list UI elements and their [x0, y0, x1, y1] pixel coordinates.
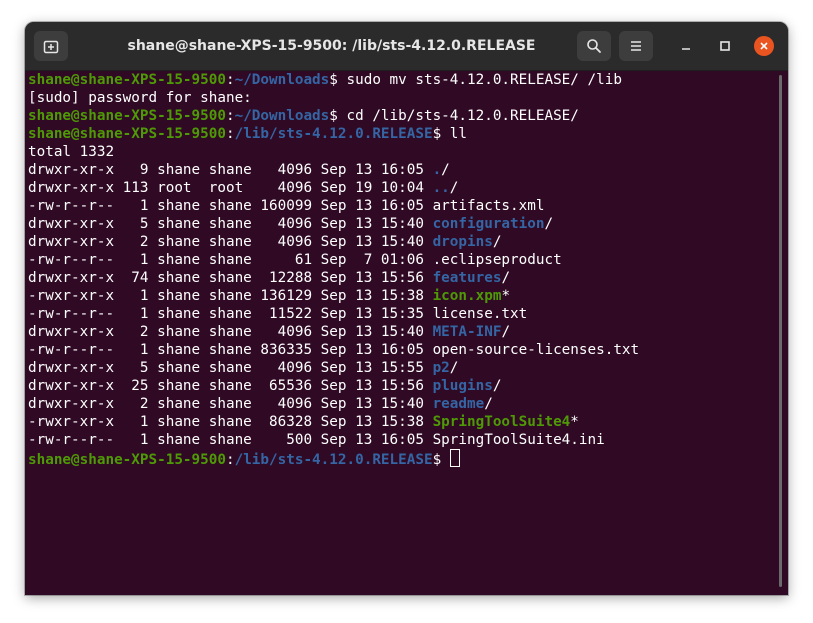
file-meta: drwxr-xr-x 5 shane shane 4096 Sep 13 15:…: [28, 216, 433, 232]
text-cursor[interactable]: [449, 449, 460, 467]
close-button[interactable]: [754, 36, 774, 56]
listing-row: drwxr-xr-x 2 shane shane 4096 Sep 13 15:…: [28, 395, 493, 413]
command-line: shane@shane-XPS-15-9500:/lib/sts-4.12.0.…: [28, 126, 468, 142]
file-suffix: *: [501, 288, 511, 304]
file-meta: -rw-r--r-- 1 shane shane 836335 Sep 13 1…: [28, 342, 433, 358]
scrollbar-thumb[interactable]: [779, 75, 782, 587]
listing-row: drwxr-xr-x 9 shane shane 4096 Sep 13 16:…: [28, 161, 450, 179]
file-name: SpringToolSuite4.ini: [432, 432, 605, 448]
file-suffix: /: [441, 162, 450, 178]
file-meta: -rw-r--r-- 1 shane shane 11522 Sep 13 15…: [28, 306, 433, 322]
file-name: artifacts.xml: [432, 198, 545, 214]
listing-total: total 1332: [28, 144, 115, 160]
listing-row: -rw-r--r-- 1 shane shane 836335 Sep 13 1…: [28, 341, 639, 359]
file-name: .: [432, 162, 442, 178]
new-tab-icon: [43, 40, 59, 54]
file-meta: drwxr-xr-x 9 shane shane 4096 Sep 13 16:…: [28, 162, 433, 178]
listing-row: -rw-r--r-- 1 shane shane 61 Sep 7 01:06 …: [28, 251, 562, 269]
file-meta: -rw-r--r-- 1 shane shane 61 Sep 7 01:06: [28, 252, 433, 268]
file-name: META-INF: [432, 324, 502, 340]
minimize-icon: [682, 48, 690, 50]
file-name: license.txt: [432, 306, 528, 322]
listing-row: drwxr-xr-x 74 shane shane 12288 Sep 13 1…: [28, 269, 510, 287]
file-name: plugins: [432, 378, 493, 394]
vertical-scrollbar[interactable]: [773, 71, 788, 595]
file-name: SpringToolSuite4: [432, 414, 571, 430]
prompt-user: shane@shane-XPS-15-9500: [28, 108, 226, 124]
listing-row: drwxr-xr-x 5 shane shane 4096 Sep 13 15:…: [28, 359, 458, 377]
file-meta: drwxr-xr-x 25 shane shane 65536 Sep 13 1…: [28, 378, 433, 394]
file-meta: drwxr-xr-x 113 root root 4096 Sep 19 10:…: [28, 180, 433, 196]
sudo-prompt: [sudo] password for shane:: [28, 90, 252, 106]
file-name: readme: [432, 396, 485, 412]
listing-row: -rw-r--r-- 1 shane shane 160099 Sep 13 1…: [28, 197, 544, 215]
command-line: shane@shane-XPS-15-9500:~/Downloads$ cd …: [28, 108, 579, 124]
file-name: p2: [432, 360, 450, 376]
close-icon: [760, 42, 768, 50]
file-name: icon.xpm: [432, 288, 502, 304]
file-meta: drwxr-xr-x 74 shane shane 12288 Sep 13 1…: [28, 270, 433, 286]
listing-row: -rwxr-xr-x 1 shane shane 86328 Sep 13 15…: [28, 413, 579, 431]
command-line: shane@shane-XPS-15-9500:~/Downloads$ sud…: [28, 72, 622, 88]
file-name: .eclipseproduct: [432, 252, 562, 268]
file-suffix: /: [492, 234, 502, 250]
prompt-user: shane@shane-XPS-15-9500: [28, 452, 226, 468]
prompt-path: ~/Downloads: [234, 108, 330, 124]
file-name: ..: [432, 180, 450, 196]
search-button[interactable]: [577, 31, 611, 61]
active-prompt-line[interactable]: shane@shane-XPS-15-9500:/lib/sts-4.12.0.…: [28, 449, 460, 468]
file-suffix: /: [501, 270, 511, 286]
command-text: sudo mv sts-4.12.0.RELEASE/ /lib: [337, 72, 622, 88]
file-meta: drwxr-xr-x 2 shane shane 4096 Sep 13 15:…: [28, 234, 433, 250]
listing-row: drwxr-xr-x 5 shane shane 4096 Sep 13 15:…: [28, 215, 553, 233]
file-meta: -rw-r--r-- 1 shane shane 160099 Sep 13 1…: [28, 198, 433, 214]
file-meta: drwxr-xr-x 2 shane shane 4096 Sep 13 15:…: [28, 396, 433, 412]
file-meta: -rwxr-xr-x 1 shane shane 136129 Sep 13 1…: [28, 288, 433, 304]
listing-row: drwxr-xr-x 2 shane shane 4096 Sep 13 15:…: [28, 323, 510, 341]
menu-button[interactable]: [619, 31, 653, 61]
file-suffix: *: [570, 414, 579, 430]
prompt-user: shane@shane-XPS-15-9500: [28, 126, 226, 142]
file-suffix: /: [544, 216, 554, 232]
file-suffix: /: [484, 396, 493, 412]
listing-row: drwxr-xr-x 113 root root 4096 Sep 19 10:…: [28, 179, 458, 197]
close-button-circle[interactable]: [754, 36, 774, 56]
prompt-path: /lib/sts-4.12.0.RELEASE: [234, 126, 433, 142]
file-meta: drwxr-xr-x 5 shane shane 4096 Sep 13 15:…: [28, 360, 433, 376]
file-name: dropins: [432, 234, 493, 250]
command-text: ll: [441, 126, 468, 142]
file-suffix: /: [449, 180, 459, 196]
title-bar[interactable]: shane@shane-XPS-15-9500: /lib/sts-4.12.0…: [25, 22, 788, 71]
file-suffix: /: [501, 324, 511, 340]
listing-row: drwxr-xr-x 25 shane shane 65536 Sep 13 1…: [28, 377, 501, 395]
prompt-path: ~/Downloads: [234, 72, 330, 88]
file-meta: -rwxr-xr-x 1 shane shane 86328 Sep 13 15…: [28, 414, 433, 430]
command-text: cd /lib/sts-4.12.0.RELEASE/: [337, 108, 579, 124]
command-text: [441, 452, 450, 468]
file-name: configuration: [432, 216, 545, 232]
search-icon: [587, 39, 601, 53]
file-meta: -rw-r--r-- 1 shane shane 500 Sep 13 16:0…: [28, 432, 433, 448]
new-tab-button[interactable]: [34, 31, 68, 61]
file-suffix: /: [492, 378, 502, 394]
listing-row: -rw-r--r-- 1 shane shane 11522 Sep 13 15…: [28, 305, 527, 323]
file-name: open-source-licenses.txt: [432, 342, 640, 358]
listing-row: -rw-r--r-- 1 shane shane 500 Sep 13 16:0…: [28, 431, 605, 449]
maximize-button[interactable]: [715, 36, 735, 56]
terminal-output[interactable]: shane@shane-XPS-15-9500:~/Downloads$ sud…: [25, 71, 773, 595]
listing-row: -rwxr-xr-x 1 shane shane 136129 Sep 13 1…: [28, 287, 510, 305]
minimize-button[interactable]: [676, 36, 696, 56]
hamburger-menu-icon: [631, 41, 641, 51]
file-suffix: /: [449, 360, 459, 376]
terminal-window: shane@shane-XPS-15-9500: /lib/sts-4.12.0…: [25, 22, 788, 595]
prompt-user: shane@shane-XPS-15-9500: [28, 72, 226, 88]
window-title: shane@shane-XPS-15-9500: /lib/sts-4.12.0…: [127, 38, 536, 54]
file-meta: drwxr-xr-x 2 shane shane 4096 Sep 13 15:…: [28, 324, 433, 340]
listing-row: drwxr-xr-x 2 shane shane 4096 Sep 13 15:…: [28, 233, 501, 251]
maximize-icon: [720, 41, 730, 51]
prompt-path: /lib/sts-4.12.0.RELEASE: [234, 452, 433, 468]
file-name: features: [432, 270, 502, 286]
